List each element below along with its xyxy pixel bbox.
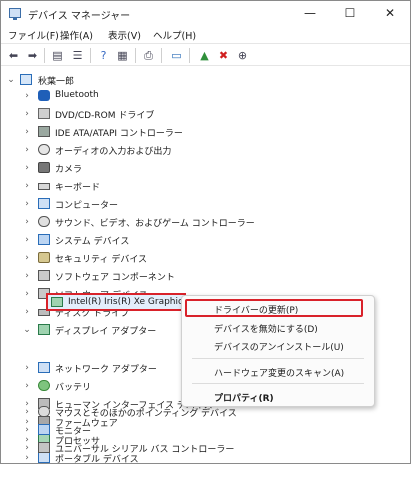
monitor-device-icon bbox=[38, 424, 50, 435]
title-bar: デバイス マネージャー — ☐ ✕ bbox=[1, 1, 410, 26]
print-icon[interactable]: ⎙ bbox=[141, 48, 156, 63]
chevron-right-icon[interactable]: › bbox=[22, 424, 32, 436]
context-item-label: ハードウェア変更のスキャン(A) bbox=[214, 369, 345, 379]
mouse-icon bbox=[38, 406, 50, 417]
chevron-right-icon[interactable]: › bbox=[22, 406, 32, 418]
menu-view[interactable]: 表示(V) bbox=[108, 28, 141, 42]
toolbar-separator bbox=[44, 48, 45, 63]
download-icon[interactable]: ⊕ bbox=[235, 48, 250, 63]
tree-item-mouse[interactable] bbox=[1, 467, 410, 485]
tree-item-usb[interactable]: › ユニバーサル シリアル バス コントローラー bbox=[1, 439, 410, 457]
close-button[interactable]: ✕ bbox=[370, 1, 410, 26]
context-item-label: デバイスのアンインストール(U) bbox=[214, 343, 344, 353]
usb-controller-icon bbox=[38, 442, 50, 453]
tree-item-label: モニター bbox=[55, 427, 92, 437]
uninstall-icon[interactable]: ✖ bbox=[216, 48, 231, 63]
context-item-label: プロパティ(R) bbox=[214, 394, 274, 404]
toolbar-separator bbox=[90, 48, 91, 63]
tree-item-label: マウスとそのほかのポインティング デバイス bbox=[55, 409, 237, 419]
tree-item-monitor[interactable]: › モニター bbox=[1, 421, 410, 439]
context-item-label: デバイスを無効にする(D) bbox=[214, 325, 318, 335]
context-uninstall-device[interactable]: デバイスのアンインストール(U) bbox=[182, 336, 374, 355]
context-separator bbox=[192, 383, 364, 384]
maximize-button[interactable]: ☐ bbox=[330, 1, 370, 26]
display-adapter-icon bbox=[51, 297, 63, 307]
toolbar: ⬅ ➡ ▤ ☰ ? ▦ ⎙ ▭ ▲ ✖ ⊕ bbox=[1, 43, 410, 66]
menu-bar: ファイル(F) 操作(A) 表示(V) ヘルプ(H) bbox=[1, 26, 410, 43]
monitor-icon[interactable]: ▭ bbox=[169, 48, 184, 63]
minimize-button[interactable]: — bbox=[290, 1, 330, 26]
forward-icon[interactable]: ➡ bbox=[25, 48, 40, 63]
toolbar-separator bbox=[161, 48, 162, 63]
menu-action[interactable]: 操作(A) bbox=[60, 28, 93, 42]
selected-device-highlight[interactable]: Intel(R) Iris(R) Xe Graphics bbox=[46, 293, 188, 311]
toolbar-separator bbox=[189, 48, 190, 63]
details-icon[interactable]: ▦ bbox=[115, 48, 130, 63]
device-manager-icon bbox=[9, 8, 21, 20]
context-disable-device[interactable]: デバイスを無効にする(D) bbox=[182, 318, 374, 337]
update-driver-icon[interactable]: ▲ bbox=[197, 48, 212, 63]
list-icon[interactable]: ☰ bbox=[70, 48, 85, 63]
context-update-driver[interactable]: ドライバーの更新(P) bbox=[182, 299, 374, 318]
context-separator bbox=[192, 358, 364, 359]
back-icon[interactable]: ⬅ bbox=[6, 48, 21, 63]
device-manager-window: デバイス マネージャー — ☐ ✕ ファイル(F) 操作(A) 表示(V) ヘル… bbox=[0, 0, 411, 465]
context-properties[interactable]: プロパティ(R) bbox=[182, 387, 374, 406]
context-menu: ドライバーの更新(P) デバイスを無効にする(D) デバイスのアンインストール(… bbox=[181, 295, 375, 407]
help-icon[interactable]: ? bbox=[96, 48, 111, 63]
tree-item-label: ユニバーサル シリアル バス コントローラー bbox=[55, 445, 235, 455]
tree-item-label: Intel(R) Iris(R) Xe Graphics bbox=[68, 297, 188, 307]
properties-icon[interactable]: ▤ bbox=[50, 48, 65, 63]
menu-file[interactable]: ファイル(F) bbox=[8, 28, 59, 42]
toolbar-separator bbox=[135, 48, 136, 63]
context-item-label: ドライバーの更新(P) bbox=[214, 306, 299, 316]
context-scan-hardware[interactable]: ハードウェア変更のスキャン(A) bbox=[182, 362, 374, 381]
menu-help[interactable]: ヘルプ(H) bbox=[153, 28, 196, 42]
window-title: デバイス マネージャー bbox=[28, 11, 131, 22]
chevron-right-icon[interactable]: › bbox=[22, 442, 32, 454]
